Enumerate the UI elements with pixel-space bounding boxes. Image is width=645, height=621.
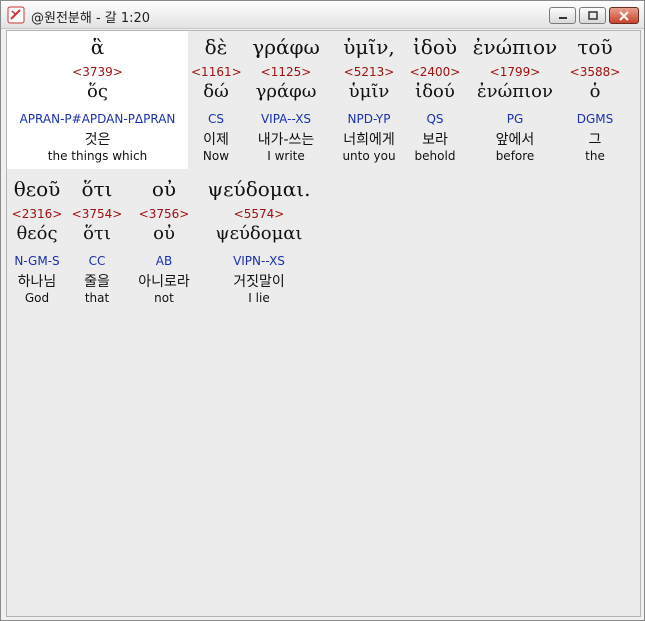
parsing-code: APRAN-P#APDAN-PΔPRAN: [19, 112, 176, 126]
english-gloss: before: [495, 149, 535, 163]
lemma: θεός: [16, 223, 58, 244]
lemma: ἐνώπιον: [477, 81, 553, 102]
english-gloss: the: [585, 149, 605, 163]
greek-word: δὲ: [204, 35, 228, 59]
word-cell[interactable]: ὑμῖν, <5213> ὑμῖν NPD-YP 너희에게 unto you: [331, 31, 407, 169]
word-cell[interactable]: ἐνώπιον <1799> ἐνώπιον PG 앞에서 before: [467, 31, 563, 169]
korean-gloss: 아니로라: [138, 274, 190, 290]
window-title: @원전분해 - 갈 1:20: [31, 11, 151, 26]
greek-word: ἃ: [90, 35, 105, 59]
lemma: ἰδού: [415, 81, 455, 102]
english-gloss: the things which: [47, 149, 148, 163]
lemma: ὅς: [87, 81, 108, 102]
greek-word: οὐ: [151, 177, 177, 201]
close-button[interactable]: [609, 7, 639, 24]
korean-gloss: 앞에서: [495, 132, 535, 148]
english-gloss: I lie: [248, 291, 270, 305]
korean-gloss: 이제: [203, 132, 229, 148]
strong-number[interactable]: <1799>: [467, 65, 563, 79]
strong-number[interactable]: <1161>: [191, 65, 242, 79]
parsing-code: CC: [88, 254, 106, 268]
korean-gloss: 것은: [84, 132, 111, 148]
strong-number[interactable]: <3739>: [7, 65, 188, 79]
greek-word: ἐνώπιον: [472, 35, 558, 59]
maximize-button[interactable]: [579, 7, 606, 24]
close-icon: [619, 10, 629, 21]
app-icon: [7, 6, 25, 24]
greek-word: γράφω: [252, 35, 320, 59]
strong-number[interactable]: <3754>: [71, 207, 123, 221]
english-gloss: God: [24, 291, 50, 305]
word-cell[interactable]: οὐ <3756> οὐ AB 아니로라 not: [129, 173, 199, 311]
parsing-code: VIPN--XS: [233, 254, 285, 268]
lemma: ψεύδομαι: [215, 223, 303, 244]
english-gloss: that: [84, 291, 110, 305]
english-gloss: not: [154, 291, 174, 305]
minimize-icon: [558, 16, 567, 19]
english-gloss: unto you: [342, 149, 396, 163]
korean-gloss: 내가-쓰는: [257, 132, 315, 148]
korean-gloss: 그: [588, 132, 602, 148]
greek-word: ὑμῖν,: [343, 35, 395, 59]
minimize-button[interactable]: [549, 7, 576, 24]
parsing-code: AB: [155, 254, 173, 268]
parsing-code: N-GM-S: [14, 254, 60, 268]
strong-number[interactable]: <2316>: [7, 207, 67, 221]
lemma: ὑμῖν: [348, 81, 390, 102]
maximize-icon: [587, 10, 598, 20]
word-cell[interactable]: γράφω <1125> γράφω VIPA--XS 내가-쓰는 I writ…: [246, 31, 326, 169]
english-gloss: behold: [414, 149, 456, 163]
strong-number[interactable]: <1125>: [246, 65, 326, 79]
english-gloss: Now: [202, 149, 230, 163]
parsing-code: DGMS: [576, 112, 614, 126]
lemma: γράφω: [255, 81, 317, 102]
lemma: δώ: [203, 81, 229, 102]
korean-gloss: 하나님: [17, 274, 57, 290]
strong-number[interactable]: <5574>: [203, 207, 315, 221]
korean-gloss: 줄을: [84, 274, 110, 290]
parsing-code: CS: [208, 112, 224, 126]
strong-number[interactable]: <3588>: [565, 65, 625, 79]
strong-number[interactable]: <2400>: [406, 65, 464, 79]
parsing-code: NPD-YP: [347, 112, 391, 126]
lemma: ὅτι: [83, 223, 111, 244]
strong-number[interactable]: <5213>: [331, 65, 407, 79]
greek-word: ψεύδομαι.: [207, 177, 311, 201]
greek-word: ὅτι: [81, 177, 113, 201]
greek-word: τοῦ: [577, 35, 613, 59]
greek-word: θεοῦ: [13, 177, 61, 201]
word-cell[interactable]: ὅτι <3754> ὅτι CC 줄을 that: [71, 173, 123, 311]
greek-word: ἰδοὺ: [412, 35, 458, 59]
word-cell[interactable]: δὲ <1161> δώ CS 이제 Now: [191, 31, 242, 169]
title-bar[interactable]: @원전분해 - 갈 1:20: [1, 1, 644, 29]
english-gloss: I write: [267, 149, 305, 163]
parsing-code: QS: [426, 112, 444, 126]
word-cell[interactable]: ψεύδομαι. <5574> ψεύδομαι VIPN--XS 거짓말이 …: [203, 173, 315, 311]
korean-gloss: 보라: [422, 132, 448, 148]
word-cell[interactable]: θεοῦ <2316> θεός N-GM-S 하나님 God: [7, 173, 67, 311]
word-cell[interactable]: τοῦ <3588> ὁ DGMS 그 the: [565, 31, 625, 169]
korean-gloss: 너희에게: [343, 132, 395, 148]
lemma: οὐ: [153, 223, 175, 244]
parsing-code: VIPA--XS: [260, 112, 312, 126]
strong-number[interactable]: <3756>: [129, 207, 199, 221]
word-cell[interactable]: ἃ <3739> ὅς APRAN-P#APDAN-PΔPRAN 것은 the …: [7, 31, 188, 169]
parsing-code: PG: [506, 112, 524, 126]
korean-gloss: 거짓말이: [233, 274, 285, 290]
word-cell[interactable]: ἰδοὺ <2400> ἰδού QS 보라 behold: [406, 31, 464, 169]
lemma: ὁ: [589, 81, 601, 102]
app-window: @원전분해 - 갈 1:20 ἃ <3739> ὅς APRAN-P#APDAN…: [0, 0, 645, 621]
